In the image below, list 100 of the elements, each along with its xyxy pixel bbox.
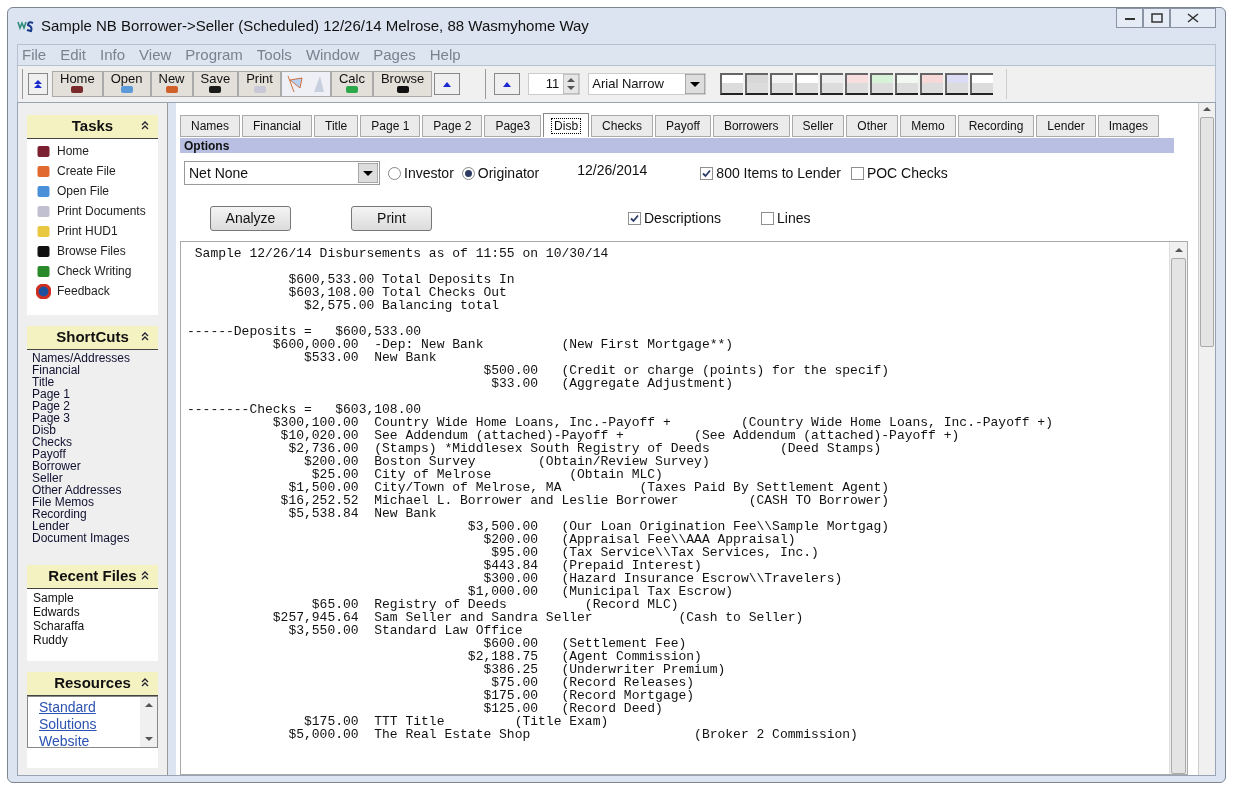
- recent-file-link[interactable]: Scharaffa: [33, 619, 158, 633]
- radio-button[interactable]: [388, 166, 401, 180]
- scroll-up-icon[interactable]: [1174, 248, 1183, 252]
- radio-button[interactable]: [461, 166, 475, 180]
- spinner-arrows-icon[interactable]: [563, 74, 580, 94]
- border-style-button[interactable]: [970, 73, 994, 95]
- task-link[interactable]: Feedback: [57, 282, 110, 300]
- shortcut-link[interactable]: File Memos: [32, 496, 158, 508]
- tab[interactable]: Page3: [484, 115, 542, 137]
- action-button[interactable]: Print: [351, 205, 432, 231]
- border-style-button[interactable]: [895, 73, 919, 95]
- task-link[interactable]: Home: [57, 142, 89, 160]
- toolbar-button[interactable]: Save: [192, 71, 239, 97]
- panel-header[interactable]: Tasks: [27, 115, 158, 139]
- border-style-button[interactable]: [920, 73, 944, 95]
- recent-file-link[interactable]: Edwards: [33, 605, 158, 619]
- task-link[interactable]: Check Writing: [57, 262, 132, 280]
- checkbox[interactable]: [850, 166, 864, 180]
- panel-header[interactable]: ShortCuts: [27, 326, 158, 350]
- font-dropdown[interactable]: Arial Narrow: [588, 73, 707, 95]
- shortcut-link[interactable]: Disb: [32, 424, 158, 436]
- action-button[interactable]: Analyze: [210, 205, 291, 231]
- tab[interactable]: Seller: [791, 115, 845, 137]
- scroll-up-icon[interactable]: [1203, 107, 1211, 111]
- scrollbar[interactable]: [140, 697, 157, 747]
- checkbox[interactable]: [761, 211, 775, 225]
- task-link[interactable]: Create File: [57, 162, 116, 180]
- shortcut-link[interactable]: Page 3: [32, 412, 158, 424]
- tab[interactable]: Lender: [1036, 115, 1096, 137]
- toolbar-button[interactable]: Browse: [372, 71, 433, 97]
- shortcut-link[interactable]: Page 1: [32, 388, 158, 400]
- toolbar-up-button[interactable]: [494, 73, 521, 95]
- tab[interactable]: Title: [314, 115, 359, 137]
- border-style-button[interactable]: [820, 73, 844, 95]
- scroll-thumb[interactable]: [1171, 258, 1186, 774]
- toolbar-button[interactable]: Open: [102, 71, 151, 97]
- shortcut-link[interactable]: Seller: [32, 472, 158, 484]
- resource-link[interactable]: Website: [39, 733, 140, 747]
- scrollbar[interactable]: [1169, 242, 1187, 774]
- task-link[interactable]: Browse Files: [57, 242, 126, 260]
- checkbox[interactable]: [628, 211, 641, 225]
- collapse-icon[interactable]: [141, 332, 149, 341]
- shortcut-link[interactable]: Page 2: [32, 400, 158, 412]
- font-size-spinner[interactable]: 11: [528, 73, 581, 95]
- tab[interactable]: Payoff: [655, 115, 711, 137]
- shortcut-link[interactable]: Other Addresses: [32, 484, 158, 496]
- shortcut-link[interactable]: Checks: [32, 436, 158, 448]
- shortcut-link[interactable]: Payoff: [32, 448, 158, 460]
- border-style-button[interactable]: [720, 73, 744, 95]
- dropdown-arrow-icon[interactable]: [685, 74, 706, 94]
- border-style-button[interactable]: [945, 73, 969, 95]
- border-style-button[interactable]: [870, 73, 894, 95]
- recent-file-link[interactable]: Ruddy: [33, 633, 158, 647]
- task-link[interactable]: Print Documents: [57, 202, 146, 220]
- recent-file-link[interactable]: Sample: [33, 591, 158, 605]
- toolbar-up-button[interactable]: [434, 73, 461, 95]
- shortcut-link[interactable]: Title: [32, 376, 158, 388]
- resource-link[interactable]: Standard: [39, 699, 140, 716]
- task-link[interactable]: Print HUD1: [57, 222, 118, 240]
- maximize-button[interactable]: [1143, 8, 1170, 28]
- toolbar-button[interactable]: Print: [238, 71, 281, 97]
- minimize-button[interactable]: [1116, 8, 1143, 28]
- collapse-icon[interactable]: [141, 678, 149, 687]
- collapse-icon[interactable]: [141, 571, 149, 580]
- tab[interactable]: Images: [1097, 115, 1160, 137]
- panel-header[interactable]: Resources: [27, 672, 158, 696]
- tab[interactable]: Checks: [591, 115, 654, 137]
- tab[interactable]: Page 1: [360, 115, 421, 137]
- tab[interactable]: Names: [180, 115, 240, 137]
- dropdown-arrow-icon[interactable]: [358, 163, 378, 183]
- close-button[interactable]: [1170, 8, 1216, 28]
- task-link[interactable]: Open File: [57, 182, 110, 200]
- border-style-button[interactable]: [745, 73, 769, 95]
- checkbox[interactable]: [700, 166, 714, 180]
- toolbar-button[interactable]: Calc: [330, 71, 373, 97]
- resource-link[interactable]: Solutions: [39, 716, 140, 733]
- scroll-down-icon[interactable]: [144, 737, 153, 741]
- shortcut-link[interactable]: Lender: [32, 520, 158, 532]
- panel-header[interactable]: Recent Files: [27, 565, 158, 589]
- tab[interactable]: Borrowers: [712, 115, 790, 137]
- shortcut-link[interactable]: Recording: [32, 508, 158, 520]
- toolbar-toggle-button[interactable]: [28, 73, 48, 95]
- tab[interactable]: Other: [846, 115, 899, 137]
- net-dropdown[interactable]: Net None: [184, 161, 380, 185]
- scroll-up-icon[interactable]: [144, 703, 153, 707]
- tab[interactable]: Page 2: [422, 115, 483, 137]
- border-style-button[interactable]: [770, 73, 794, 95]
- shortcut-link[interactable]: Borrower: [32, 460, 158, 472]
- tab[interactable]: Disb: [543, 113, 590, 137]
- border-style-button[interactable]: [795, 73, 819, 95]
- tab[interactable]: Financial: [242, 115, 313, 137]
- tab[interactable]: Memo: [900, 115, 956, 137]
- toolbar-button[interactable]: New: [150, 71, 193, 97]
- collapse-icon[interactable]: [141, 121, 149, 130]
- toolbar-button[interactable]: Home: [52, 71, 103, 97]
- shortcut-link[interactable]: Names/Addresses: [32, 352, 158, 364]
- tab[interactable]: Recording: [957, 115, 1035, 137]
- shortcut-link[interactable]: Financial: [32, 364, 158, 376]
- scrollbar[interactable]: [1198, 103, 1215, 775]
- border-style-button[interactable]: [845, 73, 869, 95]
